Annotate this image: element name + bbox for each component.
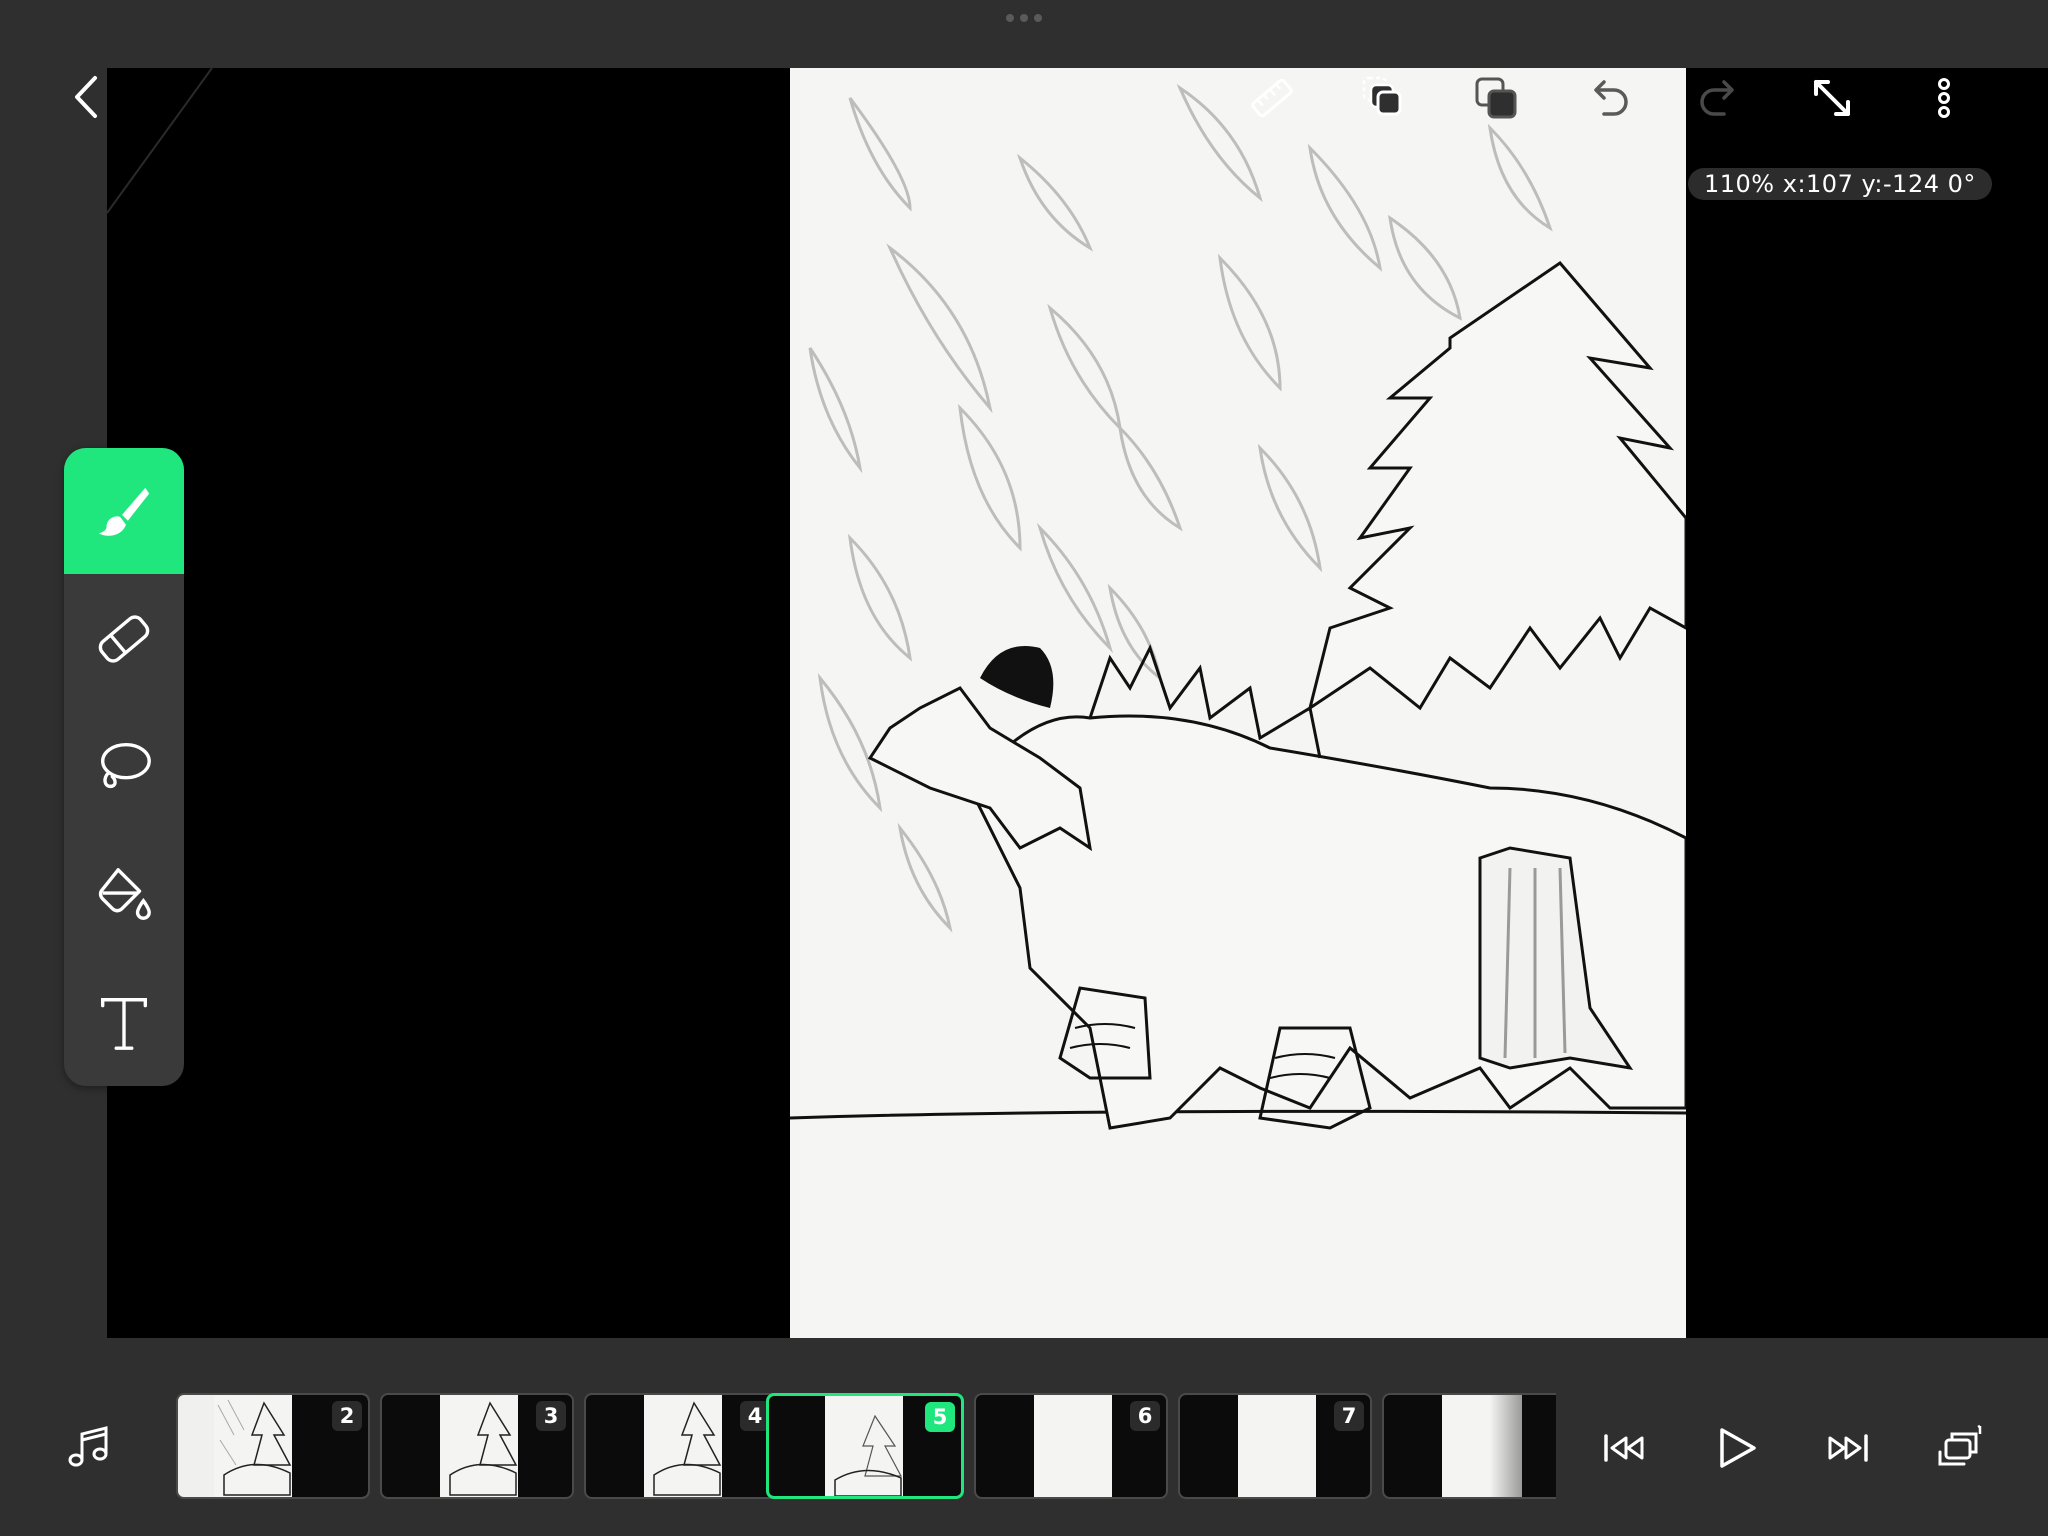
- skip-back-icon: [1604, 1434, 1644, 1462]
- more-button[interactable]: [1916, 70, 1972, 126]
- redo-icon: [1700, 80, 1734, 116]
- music-button[interactable]: [62, 1420, 116, 1474]
- text-icon: [100, 998, 148, 1050]
- eraser-icon: [98, 615, 150, 663]
- play-icon: [1720, 1428, 1756, 1468]
- layers-button[interactable]: [1468, 70, 1524, 126]
- undo-icon: [1594, 80, 1628, 116]
- skip-back-button[interactable]: [1594, 1420, 1654, 1476]
- frame-number: 2: [332, 1401, 362, 1431]
- brush-tool[interactable]: [64, 448, 184, 574]
- stage-corner-mark: [107, 68, 213, 214]
- frame-number: 5: [925, 1402, 955, 1432]
- lasso-tool[interactable]: [64, 704, 184, 830]
- frame-thumbnail[interactable]: 4: [584, 1393, 778, 1499]
- layers-icon: [1475, 77, 1517, 119]
- drawing-stage[interactable]: [107, 68, 2048, 1338]
- redo-button[interactable]: [1692, 70, 1748, 126]
- frame-thumbnail-selected[interactable]: 5: [766, 1393, 964, 1499]
- more-icon: [1938, 78, 1950, 118]
- frames-stack-button[interactable]: [1930, 1420, 1990, 1476]
- undo-button[interactable]: [1580, 70, 1636, 126]
- resize-icon: [1814, 80, 1850, 116]
- text-tool[interactable]: [64, 960, 184, 1086]
- eraser-tool[interactable]: [64, 576, 184, 702]
- tool-palette: [64, 448, 184, 1086]
- frame-preview-art: [653, 1401, 722, 1496]
- frame-preview-art: [449, 1401, 518, 1496]
- brush-icon: [98, 487, 150, 536]
- canvas-artwork: [790, 83, 1686, 1130]
- window-grabber[interactable]: [1000, 14, 1048, 24]
- frame-paper: [1442, 1395, 1522, 1497]
- frame-paper: [825, 1396, 903, 1496]
- frame-number: 7: [1334, 1401, 1364, 1431]
- music-icon: [68, 1426, 108, 1467]
- frame-paper: [1238, 1395, 1316, 1497]
- animation-app: 110% x:107 y:-124 0° 2 3 4 5 6 7: [0, 0, 2048, 1536]
- skip-forward-icon: [1828, 1434, 1868, 1462]
- zoom-readout: 110% x:107 y:-124 0°: [1688, 168, 1992, 200]
- paint-bucket-icon: [98, 868, 151, 920]
- frame-thumbnail[interactable]: 7: [1178, 1393, 1372, 1499]
- frame-preview-art: [217, 1399, 292, 1496]
- frames-stack-icon: [1938, 1424, 1982, 1466]
- skip-forward-button[interactable]: [1818, 1420, 1878, 1476]
- ruler-button[interactable]: [1244, 70, 1300, 126]
- frame-paper: [440, 1395, 518, 1497]
- frame-number: 6: [1130, 1401, 1160, 1431]
- resize-button[interactable]: [1804, 70, 1860, 126]
- frame-paper: [644, 1395, 722, 1497]
- frame-thumbnail[interactable]: 6: [974, 1393, 1168, 1499]
- frame-preview-art: [834, 1414, 902, 1496]
- onion-skin-button[interactable]: [1356, 70, 1412, 126]
- lasso-icon: [100, 743, 151, 789]
- drawing-canvas[interactable]: [790, 68, 1686, 1338]
- frame-paper: [1034, 1395, 1112, 1497]
- frame-thumbnail[interactable]: 2: [176, 1393, 370, 1499]
- play-button[interactable]: [1706, 1420, 1766, 1476]
- frame-number: 3: [536, 1401, 566, 1431]
- back-button[interactable]: [66, 70, 106, 124]
- onion-skin-icon: [1362, 76, 1402, 116]
- chevron-left-icon: [75, 76, 97, 118]
- frame-thumbnail[interactable]: 3: [380, 1393, 574, 1499]
- frame-paper: [214, 1395, 292, 1497]
- frame-thumbnail[interactable]: [1382, 1393, 1556, 1499]
- ruler-icon: [1251, 78, 1293, 118]
- frame-timeline[interactable]: 2 3 4 5 6 7: [176, 1390, 1556, 1504]
- fill-tool[interactable]: [64, 832, 184, 958]
